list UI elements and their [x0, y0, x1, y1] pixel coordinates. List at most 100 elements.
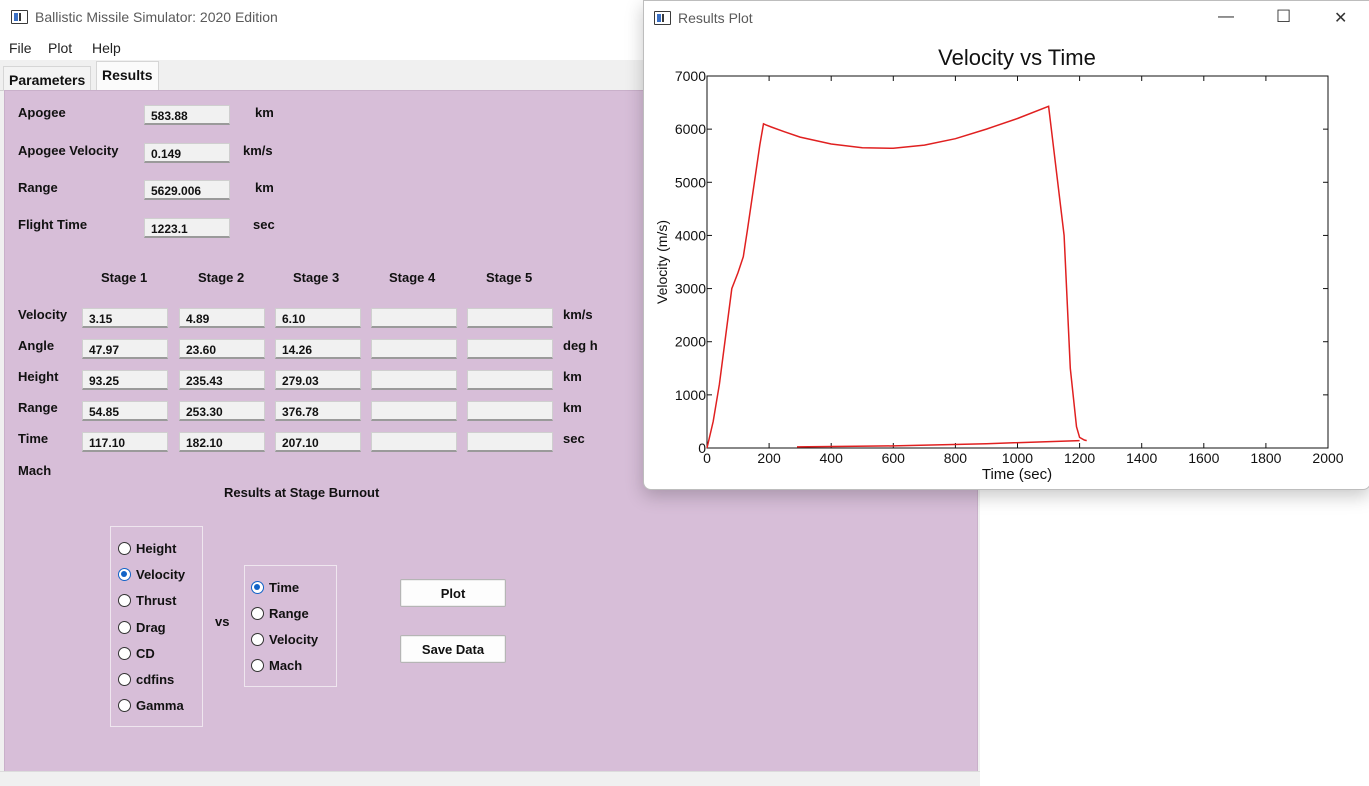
x-tick-label: 200 — [757, 450, 781, 466]
menu-plot[interactable]: Plot — [48, 40, 72, 56]
stage2-range-field[interactable]: 253.30 — [179, 401, 265, 421]
stage5-range-field[interactable] — [467, 401, 553, 421]
radio-drag[interactable]: Drag — [118, 618, 166, 636]
radio-velocity[interactable]: Velocity — [118, 565, 185, 583]
stage5-angle-field[interactable] — [467, 339, 553, 359]
radio-time-button[interactable] — [251, 580, 264, 594]
x-tick-label: 1400 — [1126, 450, 1157, 466]
row-unit-velocity: km/s — [563, 307, 593, 322]
y-tick-label: 3000 — [675, 281, 706, 297]
tab-results[interactable]: Results — [96, 61, 159, 90]
apogee-velocity-field[interactable]: 0.149 — [144, 143, 230, 163]
radio-cdfins-button[interactable] — [118, 672, 131, 686]
radio-height-button[interactable] — [118, 541, 131, 555]
range-field[interactable]: 5629.006 — [144, 180, 230, 200]
results-plot-window: Results Plot — ☐ ✕ Velocity vs Time 0 200… — [643, 0, 1369, 490]
x-tick-label: 400 — [820, 450, 844, 466]
plot-window-icon — [654, 11, 671, 25]
stage3-height-field[interactable]: 279.03 — [275, 370, 361, 390]
radio-drag-button[interactable] — [118, 620, 131, 634]
minimize-icon[interactable]: — — [1218, 8, 1234, 26]
radio-time[interactable]: Time — [251, 578, 299, 596]
stage4-velocity-field[interactable] — [371, 308, 457, 328]
stage5-velocity-field[interactable] — [467, 308, 553, 328]
stage1-height-field[interactable]: 93.25 — [82, 370, 168, 390]
y-tick-label: 7000 — [675, 68, 706, 84]
radio-cd[interactable]: CD — [118, 644, 155, 662]
radio-cdfins[interactable]: cdfins — [118, 670, 174, 688]
apogee-field[interactable]: 583.88 — [144, 105, 230, 125]
stage1-velocity-field[interactable]: 3.15 — [82, 308, 168, 328]
x-tick-label: 2000 — [1312, 450, 1343, 466]
stage4-height-field[interactable] — [371, 370, 457, 390]
x-variable-group: Time Range Velocity Mach — [244, 565, 337, 687]
stage2-angle-field[interactable]: 23.60 — [179, 339, 265, 359]
stage2-height-field[interactable]: 235.43 — [179, 370, 265, 390]
stage5-time-field[interactable] — [467, 432, 553, 452]
close-icon[interactable]: ✕ — [1334, 8, 1347, 28]
radio-cd-button[interactable] — [118, 646, 131, 660]
radio-range-button[interactable] — [251, 606, 264, 620]
radio-x-velocity[interactable]: Velocity — [251, 630, 318, 648]
stage3-angle-field[interactable]: 14.26 — [275, 339, 361, 359]
x-tick-label: 800 — [944, 450, 968, 466]
maximize-icon[interactable]: ☐ — [1276, 7, 1291, 27]
radio-thrust[interactable]: Thrust — [118, 591, 176, 609]
range-label: Range — [18, 180, 58, 195]
vs-label: vs — [215, 614, 230, 629]
stage1-angle-field[interactable]: 47.97 — [82, 339, 168, 359]
burnout-caption: Results at Stage Burnout — [224, 485, 380, 500]
app-window-icon — [11, 10, 28, 24]
y-tick-label: 5000 — [675, 174, 706, 190]
menu-file[interactable]: File — [9, 40, 32, 56]
row-label-height: Height — [18, 369, 59, 384]
stage2-velocity-field[interactable]: 4.89 — [179, 308, 265, 328]
stage-2-header: Stage 2 — [198, 270, 245, 285]
menu-help[interactable]: Help — [92, 40, 121, 56]
stage1-range-field[interactable]: 54.85 — [82, 401, 168, 421]
y-axis-label: Velocity (m/s) — [654, 220, 670, 304]
save-data-button[interactable]: Save Data — [400, 635, 506, 663]
stage4-angle-field[interactable] — [371, 339, 457, 359]
apogee-unit: km — [255, 105, 274, 120]
x-tick-label: 1800 — [1250, 450, 1281, 466]
y-variable-group: Height Velocity Thrust Drag CD cdfins Ga… — [110, 526, 203, 727]
stage2-time-field[interactable]: 182.10 — [179, 432, 265, 452]
radio-gamma[interactable]: Gamma — [118, 696, 184, 714]
radio-mach-button[interactable] — [251, 658, 264, 672]
row-unit-time: sec — [563, 431, 585, 446]
x-tick-label: 1600 — [1188, 450, 1219, 466]
plot-window-title: Results Plot — [678, 10, 753, 26]
row-label-mach: Mach — [18, 463, 52, 478]
y-tick-label: 1000 — [675, 387, 706, 403]
radio-thrust-button[interactable] — [118, 593, 131, 607]
radio-mach[interactable]: Mach — [251, 656, 302, 674]
velocity-time-chart: Velocity vs Time 0 200 400 600 800 1000 1200 14… — [654, 45, 1344, 483]
radio-velocity-button[interactable] — [118, 567, 131, 581]
row-label-velocity: Velocity — [18, 307, 68, 322]
stage-5-header: Stage 5 — [486, 270, 533, 285]
row-unit-range: km — [563, 400, 582, 415]
radio-gamma-button[interactable] — [118, 698, 131, 712]
plot-button[interactable]: Plot — [400, 579, 506, 607]
stage4-range-field[interactable] — [371, 401, 457, 421]
radio-range[interactable]: Range — [251, 604, 309, 622]
flight-time-label: Flight Time — [18, 217, 88, 232]
stage-4-header: Stage 4 — [389, 270, 436, 285]
x-axis-label: Time (sec) — [982, 466, 1052, 483]
plot-area-frame — [706, 75, 1329, 449]
radio-x-velocity-button[interactable] — [251, 632, 264, 646]
flight-time-unit: sec — [253, 217, 275, 232]
stage5-height-field[interactable] — [467, 370, 553, 390]
apogee-velocity-label: Apogee Velocity — [18, 143, 119, 158]
flight-time-field[interactable]: 1223.1 — [144, 218, 230, 238]
stage3-range-field[interactable]: 376.78 — [275, 401, 361, 421]
row-label-range: Range — [18, 400, 58, 415]
tab-parameters[interactable]: Parameters — [3, 66, 92, 91]
stage3-velocity-field[interactable]: 6.10 — [275, 308, 361, 328]
radio-height[interactable]: Height — [118, 539, 176, 557]
stage1-time-field[interactable]: 117.10 — [82, 432, 168, 452]
row-label-angle: Angle — [18, 338, 55, 353]
stage3-time-field[interactable]: 207.10 — [275, 432, 361, 452]
stage4-time-field[interactable] — [371, 432, 457, 452]
